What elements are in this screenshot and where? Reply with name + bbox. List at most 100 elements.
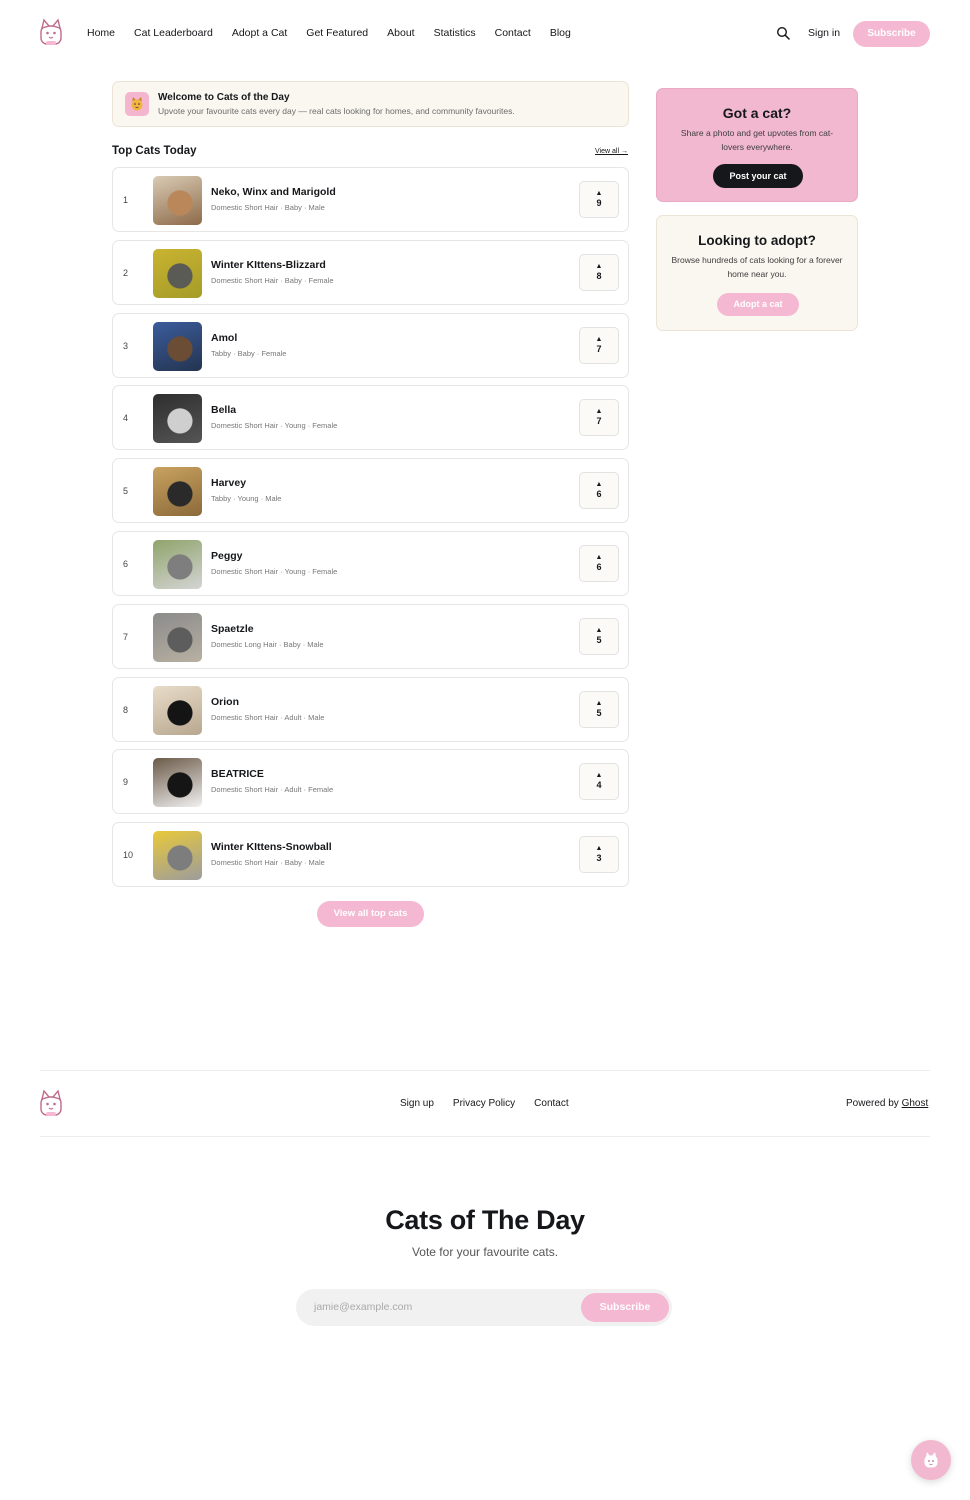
nav-about[interactable]: About [387, 27, 414, 39]
cat-photo[interactable] [153, 540, 202, 589]
upvote-button[interactable]: ▲ 5 [579, 690, 619, 728]
cat-card[interactable]: 5 Harvey Tabby · Young · Male ▲ 6 [112, 458, 629, 524]
upvote-button[interactable]: ▲ 7 [579, 399, 619, 437]
cat-rank: 7 [123, 631, 129, 642]
cat-card[interactable]: 2 Winter KIttens-Blizzard Domestic Short H… [112, 239, 629, 305]
got-a-cat-card: Got a cat? Share a photo and get upvotes… [656, 88, 858, 202]
cat-photo[interactable] [153, 831, 202, 881]
sign-in-link[interactable]: Sign in [808, 27, 840, 39]
subscribe-button[interactable]: Subscribe [853, 21, 930, 47]
cat-card[interactable]: 10 Winter KIttens-Snowball Domestic Short … [112, 822, 629, 888]
welcome-subtitle: Upvote your favourite cats every day — r… [158, 106, 515, 116]
email-input[interactable]: jamie@example.com [314, 1301, 412, 1313]
cat-card[interactable]: 3 Amol Tabby · Baby · Female ▲ 7 [112, 312, 629, 378]
footer-nav: Sign up Privacy Policy Contact [400, 1098, 588, 1109]
nav-contact[interactable]: Contact [495, 27, 531, 39]
cat-photo[interactable] [153, 321, 202, 371]
vote-count: 8 [596, 270, 602, 281]
cat-card[interactable]: 7 Spaetzle Domestic Long Hair · Baby · Mal… [112, 603, 629, 669]
cat-card[interactable]: 1 Neko, Winx and Marigold Domestic Short H… [112, 167, 629, 232]
cat-photo[interactable] [153, 176, 202, 225]
cat-name[interactable]: Neko, Winx and Marigold [211, 186, 336, 198]
cat-name[interactable]: Winter KIttens-Blizzard [211, 259, 326, 271]
vote-count: 4 [596, 780, 602, 791]
cat-photo[interactable] [153, 394, 202, 444]
upvote-button[interactable]: ▲ 6 [579, 472, 619, 510]
cat-name[interactable]: Spaetzle [211, 623, 254, 635]
view-all-link[interactable]: View all → [595, 148, 628, 155]
cat-meta: Domestic Short Hair · Adult · Female [211, 785, 334, 795]
upvote-button[interactable]: ▲ 6 [579, 545, 619, 582]
upvote-button[interactable]: ▲ 3 [579, 836, 619, 874]
cat-card[interactable]: 9 BEATRICE Domestic Short Hair · Adult · F… [112, 749, 629, 815]
upvote-button[interactable]: ▲ 7 [579, 326, 619, 364]
cat-logo-icon[interactable] [38, 1089, 64, 1119]
nav-adopt-a-cat[interactable]: Adopt a Cat [232, 27, 287, 39]
cat-name[interactable]: Orion [211, 696, 239, 708]
vote-count: 7 [596, 416, 602, 427]
view-all-top-cats-button[interactable]: View all top cats [317, 901, 424, 927]
cat-photo[interactable] [153, 612, 202, 662]
upvote-arrow-icon: ▲ [595, 772, 603, 780]
cat-meta: Domestic Short Hair · Adult · Male [211, 712, 325, 722]
cat-meta: Tabby · Baby · Female [211, 348, 287, 358]
cat-logo-icon[interactable] [38, 18, 64, 48]
upvote-button[interactable]: ▲ 4 [579, 763, 619, 801]
cat-rank: 2 [123, 267, 129, 278]
cat-card[interactable]: 4 Bella Domestic Short Hair · Young · Fema… [112, 385, 629, 451]
cat-photo[interactable] [153, 248, 202, 298]
cat-meta: Domestic Long Hair · Baby · Male [211, 639, 324, 649]
newsletter-subscribe-button[interactable]: Subscribe [581, 1293, 669, 1322]
cat-meta: Domestic Short Hair · Young · Female [211, 567, 338, 576]
upvote-arrow-icon: ▲ [595, 626, 603, 634]
cat-card[interactable]: 8 Orion Domestic Short Hair · Adult · Male… [112, 676, 629, 742]
upvote-arrow-icon: ▲ [595, 335, 603, 343]
cat-name[interactable]: Peggy [211, 550, 243, 562]
nav-get-featured[interactable]: Get Featured [306, 27, 368, 39]
cat-rank: 4 [123, 413, 129, 424]
cat-photo[interactable] [153, 685, 202, 735]
upvote-arrow-icon: ▲ [595, 408, 603, 416]
cat-name[interactable]: Harvey [211, 477, 246, 489]
looking-to-adopt-card: Looking to adopt? Browse hundreds of cat… [656, 215, 858, 331]
upvote-arrow-icon: ▲ [595, 262, 603, 270]
cat-meta: Domestic Short Hair · Baby · Male [211, 858, 325, 868]
upvote-button[interactable]: ▲ 5 [579, 617, 619, 655]
newsletter-subtitle: Vote for your favourite cats. [411, 1245, 559, 1259]
ghost-link[interactable]: Ghost [902, 1098, 929, 1109]
cat-rank: 5 [123, 486, 129, 497]
cat-name[interactable]: Bella [211, 404, 236, 416]
looking-to-adopt-title: Looking to adopt? [698, 233, 816, 248]
post-your-cat-button[interactable]: Post your cat [713, 164, 803, 188]
nav-statistics[interactable]: Statistics [434, 27, 476, 39]
section-title: Top Cats Today [112, 145, 197, 157]
nav-blog[interactable]: Blog [550, 27, 571, 39]
footer-contact-link[interactable]: Contact [534, 1098, 568, 1109]
footer-sign-up-link[interactable]: Sign up [400, 1098, 434, 1109]
cat-name[interactable]: Winter KIttens-Snowball [211, 841, 332, 853]
site-header: Home Cat Leaderboard Adopt a Cat Get Fea… [0, 0, 970, 68]
cat-name[interactable]: BEATRICE [211, 768, 264, 780]
footer-privacy-policy-link[interactable]: Privacy Policy [453, 1098, 515, 1109]
cat-meta: Tabby · Young · Male [211, 494, 282, 504]
cat-card[interactable]: 6 Peggy Domestic Short Hair · Young · Fema… [112, 531, 629, 596]
cat-rank: 8 [123, 704, 129, 715]
portal-trigger-button[interactable] [911, 1440, 951, 1480]
cat-photo[interactable] [153, 467, 202, 517]
vote-count: 6 [596, 562, 602, 572]
search-icon[interactable] [776, 26, 790, 40]
main-nav: Home Cat Leaderboard Adopt a Cat Get Fea… [87, 27, 590, 39]
upvote-button[interactable]: ▲ 8 [579, 253, 619, 291]
powered-by: Powered by Ghost [846, 1098, 928, 1109]
vote-count: 6 [596, 489, 602, 500]
adopt-a-cat-button[interactable]: Adopt a cat [717, 293, 799, 316]
nav-home[interactable]: Home [87, 27, 115, 39]
cat-name[interactable]: Amol [211, 332, 237, 344]
nav-cat-leaderboard[interactable]: Cat Leaderboard [134, 27, 213, 39]
cat-photo[interactable] [153, 758, 202, 808]
looking-to-adopt-text: Browse hundreds of cats looking for a fo… [671, 255, 843, 279]
upvote-button[interactable]: ▲ 9 [579, 181, 619, 218]
newsletter-form: jamie@example.com Subscribe [296, 1289, 672, 1326]
upvote-arrow-icon: ▲ [595, 554, 603, 561]
cat-meta: Domestic Short Hair · Young · Female [211, 421, 338, 431]
